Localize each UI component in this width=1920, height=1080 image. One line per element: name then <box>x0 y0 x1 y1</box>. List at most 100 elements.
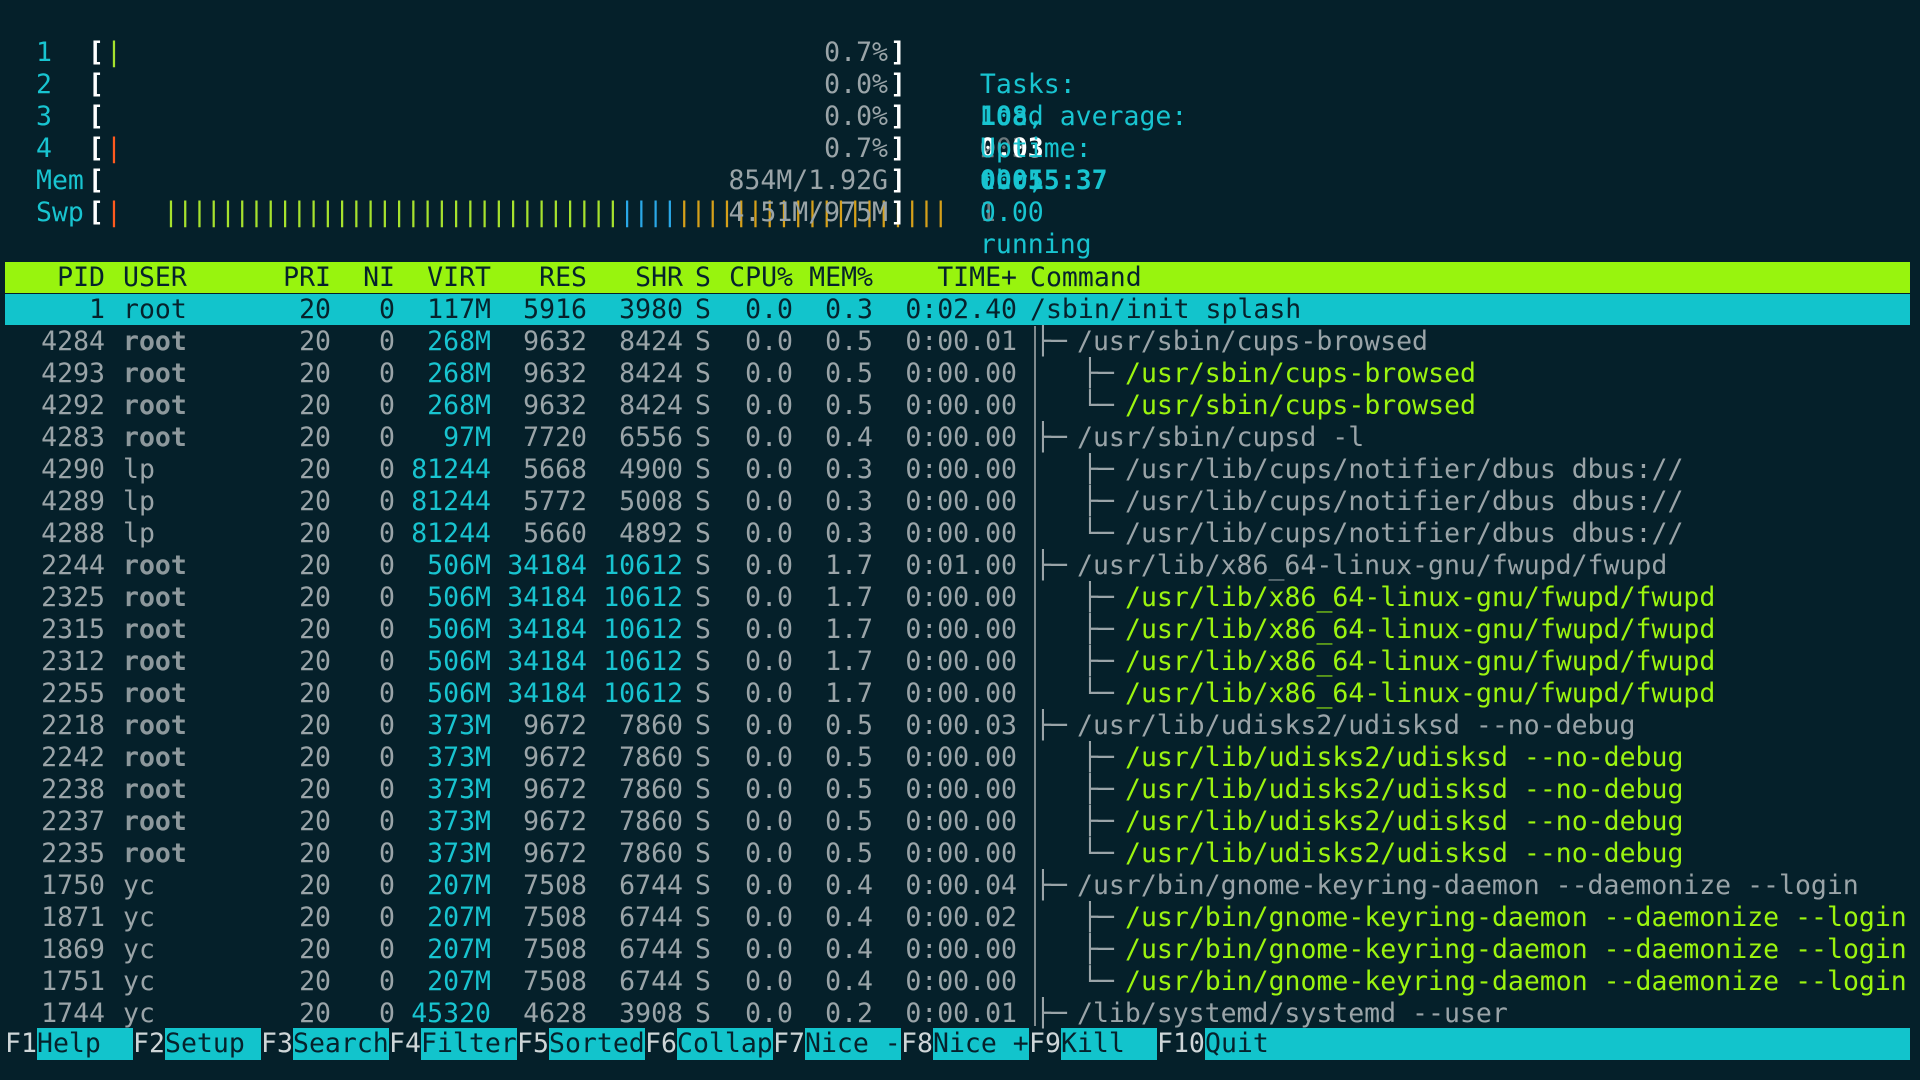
column-user[interactable]: USER <box>123 262 233 294</box>
column-virt[interactable]: VIRT <box>395 262 491 294</box>
process-row[interactable]: 2244 root 20 0 506M 34184 10612 S 0.0 1.7 0:01.00 ├… <box>5 550 1910 582</box>
cell-shr: 7860 <box>619 710 683 741</box>
cell-virt: 207M <box>427 870 491 901</box>
process-row[interactable]: 4292 root 20 0 268M 9632 8424 S 0.0 0.5 0:00.00 └─ /… <box>5 390 1910 422</box>
process-row[interactable]: 2235 root 20 0 373M 9672 7860 S 0.0 0.5 0:00.00 └─ /… <box>5 838 1910 870</box>
cell-cpu: 0.0 <box>745 454 793 485</box>
column-time[interactable]: TIME+ <box>875 262 1017 294</box>
fkey-label-f9[interactable]: Kill <box>1061 1028 1157 1060</box>
cell-user: root <box>123 294 187 325</box>
cell-mem: 0.4 <box>825 934 873 965</box>
cell-shr: 10612 <box>603 582 683 613</box>
column-pri[interactable]: PRI <box>235 262 331 294</box>
column-command[interactable]: Command <box>1030 262 1142 294</box>
fkey-f9[interactable]: F9 <box>1029 1028 1061 1060</box>
cell-virt: 506M <box>427 646 491 677</box>
cell-time: 0:00.00 <box>905 614 1017 645</box>
cell-command: /usr/sbin/cups-browsed <box>1125 358 1476 389</box>
process-row[interactable]: 4289 lp 20 0 81244 5772 5008 S 0.0 0.3 0:00.00 ├─ /u… <box>5 486 1910 518</box>
process-row[interactable]: 1871 yc 20 0 207M 7508 6744 S 0.0 0.4 0:00.02 ├─ /us… <box>5 902 1910 934</box>
process-row[interactable]: 4293 root 20 0 268M 9632 8424 S 0.0 0.5 0:00.00 ├─ /… <box>5 358 1910 390</box>
cell-user: lp <box>123 518 155 549</box>
fkey-label-f7[interactable]: Nice - <box>805 1028 901 1060</box>
column-s[interactable]: S <box>695 262 715 294</box>
process-row[interactable]: 2242 root 20 0 373M 9672 7860 S 0.0 0.5 0:00.00 ├─ /… <box>5 742 1910 774</box>
cell-virt: 207M <box>427 934 491 965</box>
fkey-f2[interactable]: F2 <box>133 1028 165 1060</box>
cell-mem: 0.5 <box>825 710 873 741</box>
fkey-label-f6[interactable]: Collap <box>677 1028 773 1060</box>
tree-branch: ├─ <box>1082 934 1114 965</box>
tree-branch: ├─ <box>1035 550 1067 581</box>
cell-pid: 2255 <box>41 678 105 709</box>
fkey-f5[interactable]: F5 <box>517 1028 549 1060</box>
cell-cpu: 0.0 <box>745 646 793 677</box>
cell-shr: 6744 <box>619 966 683 997</box>
bracket-close: ] <box>890 69 906 100</box>
cell-shr: 7860 <box>619 742 683 773</box>
fkey-f1[interactable]: F1 <box>5 1028 37 1060</box>
cell-virt: 268M <box>427 326 491 357</box>
fkey-label-f5[interactable]: Sorted <box>549 1028 645 1060</box>
cell-user: lp <box>123 486 155 517</box>
column-ni[interactable]: NI <box>335 262 395 294</box>
cell-shr: 7860 <box>619 838 683 869</box>
cell-s: S <box>695 454 711 485</box>
process-row[interactable]: 1744 yc 20 0 45320 4628 3908 S 0.0 0.2 0:00.01 ├─ /l… <box>5 998 1910 1030</box>
fkey-label-f3[interactable]: Search <box>293 1028 389 1060</box>
cell-virt: 45320 <box>411 998 491 1029</box>
cell-ni: 0 <box>379 966 395 997</box>
process-row[interactable]: 1751 yc 20 0 207M 7508 6744 S 0.0 0.4 0:00.00 └─ /us… <box>5 966 1910 998</box>
cell-shr: 6744 <box>619 934 683 965</box>
process-row[interactable]: 2237 root 20 0 373M 9672 7860 S 0.0 0.5 0:00.00 ├─ /… <box>5 806 1910 838</box>
cell-shr: 7860 <box>619 774 683 805</box>
process-row[interactable]: 2255 root 20 0 506M 34184 10612 S 0.0 1.7 0:00.00 └… <box>5 678 1910 710</box>
process-row[interactable]: 2238 root 20 0 373M 9672 7860 S 0.0 0.5 0:00.00 ├─ /… <box>5 774 1910 806</box>
process-row[interactable]: 2218 root 20 0 373M 9672 7860 S 0.0 0.5 0:00.03 ├─ /… <box>5 710 1910 742</box>
fkey-f7[interactable]: F7 <box>773 1028 805 1060</box>
bracket-close: ] <box>890 37 906 68</box>
fkey-label-f2[interactable]: Setup <box>165 1028 261 1060</box>
cell-pri: 20 <box>299 902 331 933</box>
process-row[interactable]: 1 root 20 0 117M 5916 3980 S 0.0 0.3 0:02.40/sbin/… <box>5 294 1910 326</box>
cell-user: root <box>123 550 187 581</box>
cell-shr: 5008 <box>619 486 683 517</box>
cell-command: /usr/sbin/cups-browsed <box>1125 390 1476 421</box>
cell-cpu: 0.0 <box>745 742 793 773</box>
cell-mem: 0.5 <box>825 326 873 357</box>
fkey-f8[interactable]: F8 <box>901 1028 933 1060</box>
cell-res: 5668 <box>523 454 587 485</box>
fkey-f4[interactable]: F4 <box>389 1028 421 1060</box>
fkey-label-f4[interactable]: Filter <box>421 1028 517 1060</box>
cell-ni: 0 <box>379 838 395 869</box>
fkey-label-f8[interactable]: Nice + <box>933 1028 1029 1060</box>
column-pid[interactable]: PID <box>5 262 105 294</box>
cell-pri: 20 <box>299 614 331 645</box>
column-res[interactable]: RES <box>491 262 587 294</box>
cell-s: S <box>695 582 711 613</box>
process-row[interactable]: 4284 root 20 0 268M 9632 8424 S 0.0 0.5 0:00.01 ├─ /… <box>5 326 1910 358</box>
cell-shr: 3908 <box>619 998 683 1029</box>
process-row[interactable]: 4283 root 20 0 97M 7720 6556 S 0.0 0.4 0:00.00 ├─ /u… <box>5 422 1910 454</box>
process-row[interactable]: 2325 root 20 0 506M 34184 10612 S 0.0 1.7 0:00.00 ├… <box>5 582 1910 614</box>
process-row[interactable]: 1869 yc 20 0 207M 7508 6744 S 0.0 0.4 0:00.00 ├─ /us… <box>5 934 1910 966</box>
fkey-f3[interactable]: F3 <box>261 1028 293 1060</box>
fkey-f10[interactable]: F10 <box>1157 1028 1205 1060</box>
cell-pri: 20 <box>299 678 331 709</box>
fkey-f6[interactable]: F6 <box>645 1028 677 1060</box>
column-header[interactable]: PID USER PRI NI VIRT RES SHR S CPU% MEM% TIME+ Comm… <box>5 262 1910 293</box>
column-shr[interactable]: SHR <box>587 262 683 294</box>
process-row[interactable]: 1750 yc 20 0 207M 7508 6744 S 0.0 0.4 0:00.04 ├─ /us… <box>5 870 1910 902</box>
cell-mem: 0.2 <box>825 998 873 1029</box>
fkey-label-f10[interactable]: Quit <box>1205 1028 1910 1060</box>
process-row[interactable]: 4288 lp 20 0 81244 5660 4892 S 0.0 0.3 0:00.00 └─ /u… <box>5 518 1910 550</box>
cell-pri: 20 <box>299 774 331 805</box>
column-mem[interactable]: MEM% <box>795 262 873 294</box>
fkey-label-f1[interactable]: Help <box>37 1028 133 1060</box>
cell-ni: 0 <box>379 998 395 1029</box>
column-cpu[interactable]: CPU% <box>717 262 793 294</box>
process-row[interactable]: 2312 root 20 0 506M 34184 10612 S 0.0 1.7 0:00.00 ├… <box>5 646 1910 678</box>
process-row[interactable]: 2315 root 20 0 506M 34184 10612 S 0.0 1.7 0:00.00 ├… <box>5 614 1910 646</box>
process-row[interactable]: 4290 lp 20 0 81244 5668 4900 S 0.0 0.3 0:00.00 ├─ /u… <box>5 454 1910 486</box>
cell-command: /usr/lib/x86_64-linux-gnu/fwupd/fwupd <box>1125 614 1716 645</box>
